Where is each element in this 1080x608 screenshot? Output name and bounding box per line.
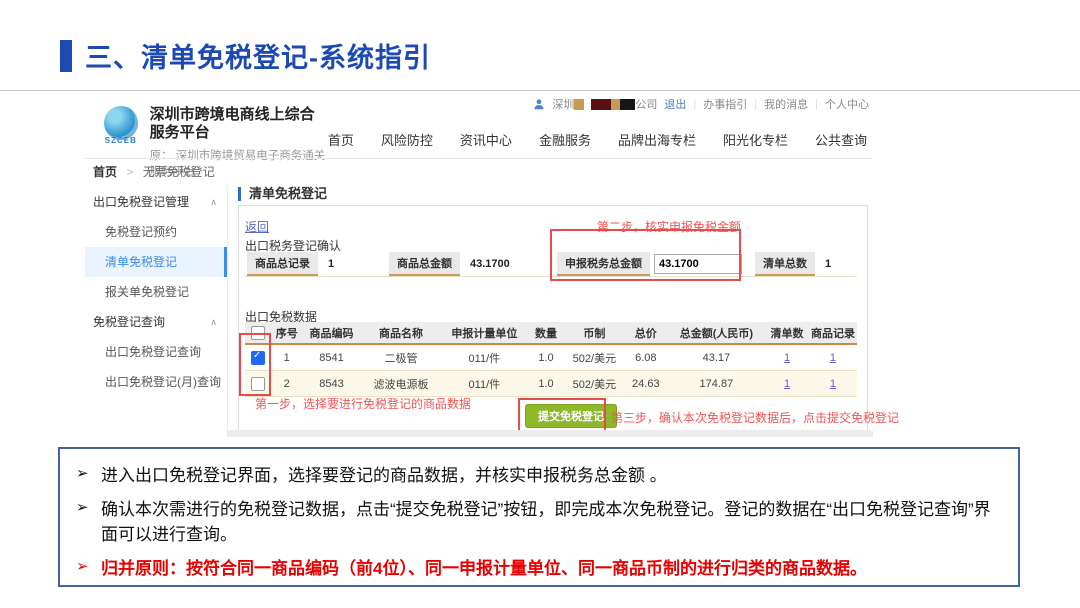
divider [0,90,1080,91]
nav-home[interactable]: 首页 [328,130,354,149]
nav-risk[interactable]: 风险防控 [381,130,433,149]
nav-news[interactable]: 资讯中心 [460,130,512,149]
arrow-bullet-icon: ➢ [76,465,89,482]
chevron-up-icon: ∧ [210,317,217,327]
arrow-bullet-icon: ➢ [76,498,89,516]
page-footer-strip [228,430,873,437]
breadcrumb-separator: > [126,165,134,179]
col-qty: 数量 [527,322,565,345]
sidebar-item-list-registration[interactable]: 清单免税登记 [85,247,227,277]
col-list-count: 清单数 [765,322,809,345]
site-title: 深圳市跨境电商线上综合服务平台 [149,106,315,141]
field-total-records: 商品总记录 1 [247,252,334,276]
note-bullet: ➢ 进入出口免税登记界面，选择要登记的商品数据，并核实申报税务总金额 。 [76,465,667,485]
divider [85,158,873,159]
field-total-amount: 商品总金额 43.1700 [389,252,510,276]
page-title: 清单免税登记 [238,187,327,201]
logo-text: SZCEB [104,136,137,145]
col-record-count: 商品记录 [808,322,857,345]
registration-panel: 返回 第二步，核实申报免税金额 出口税务登记确认 商品总记录 1 商品总金额 4… [238,205,899,433]
step3-annotation: 第三步，确认本次免税登记数据后，点击提交免税登记 [611,411,900,425]
main-nav: 首页 风险防控 资讯中心 金融服务 品牌出海专栏 阳光化专栏 公共查询 [328,130,867,149]
list-count-link[interactable]: 1 [784,352,790,364]
note-bullet: ➢ 归并原则：按符合同一商品编码（前4位）、同一申报计量单位、同一商品币制的进行… [76,557,867,578]
table-row: 1 8541 二极管 011/件 1.0 502/美元 6.08 43.17 1… [245,344,857,371]
select-all-checkbox[interactable] [250,325,265,340]
col-amount-rmb: 总金额(人民币) [667,322,766,345]
nav-public-query[interactable]: 公共查询 [815,130,867,149]
table-header-row: 序号 商品编码 商品名称 申报计量单位 数量 币制 总价 总金额(人民币) 清单… [245,322,857,345]
row-checkbox[interactable] [250,376,265,391]
notes-list: ➢ 进入出口免税登记界面，选择要登记的商品数据，并核实申报税务总金额 。 ➢ 确… [74,463,1004,581]
sidebar: 出口免税登记管理 ∧ 免税登记预约 清单免税登记 报关单免税登记 免税登记查询 … [85,185,228,437]
col-seq: 序号 [270,322,303,345]
goods-table: 序号 商品编码 商品名称 申报计量单位 数量 币制 总价 总金额(人民币) 清单… [245,322,857,397]
site-logo: SZCEB [101,106,141,145]
site-header: SZCEB 深圳市跨境电商线上综合服务平台 原： 深圳市跨境贸易电子商务通关服务… [101,106,867,179]
step1-annotation: 第一步，选择要进行免税登记的商品数据 [255,397,472,411]
breadcrumb-home[interactable]: 首页 [93,165,117,179]
breadcrumb: 首页 > 无票免税登记 [93,163,215,180]
sidebar-item-export-monthly-query[interactable]: 出口免税登记(月)查询 [85,367,227,397]
app-screenshot: 深圳 公司 退出 | 办事指引 | 我的消息 | 个人中心 SZCEB 深圳市跨… [85,94,899,437]
title-accent-bar [60,39,72,72]
arrow-bullet-icon: ➢ [76,557,89,575]
submit-registration-button[interactable]: 提交免税登记 [525,404,617,428]
sidebar-item-export-query[interactable]: 出口免税登记查询 [85,337,227,367]
slide-header: 三、清单免税登记-系统指引 [60,36,431,75]
table-row: 2 8543 滤波电源板 011/件 1.0 502/美元 24.63 174.… [245,370,857,397]
nav-sunshine[interactable]: 阳光化专栏 [723,130,788,149]
step2-annotation: 第二步，核实申报免税金额 [597,220,742,234]
col-unit: 申报计量单位 [441,322,528,345]
notes-box: ➢ 进入出口免税登记界面，选择要登记的商品数据，并核实申报税务总金额 。 ➢ 确… [58,447,1020,587]
col-code: 商品编码 [302,322,361,345]
main-content: 清单免税登记 返回 第二步，核实申报免税金额 出口税务登记确认 商品总记录 1 … [228,185,899,437]
slide-title: 三、清单免税登记-系统指引 [85,43,431,73]
breadcrumb-current: 无票免税登记 [142,165,215,179]
col-price: 总价 [623,322,668,345]
record-count-link[interactable]: 1 [830,352,836,364]
field-declared-tax-total: 申报税务总金额 [557,252,742,276]
row-checkbox[interactable] [250,350,265,365]
note-bullet: ➢ 确认本次需进行的免税登记数据，点击“提交免税登记”按钮，即完成本次免税登记。… [76,498,991,545]
col-currency: 币制 [564,322,624,345]
globe-icon [103,106,138,140]
nav-finance[interactable]: 金融服务 [539,130,591,149]
sidebar-item-reservation[interactable]: 免税登记预约 [85,217,227,247]
nav-brand[interactable]: 品牌出海专栏 [618,130,696,149]
col-name: 商品名称 [360,322,442,345]
chevron-up-icon: ∧ [210,197,217,207]
record-count-link[interactable]: 1 [830,378,836,390]
field-list-total: 清单总数 1 [755,252,831,276]
content-area: 出口免税登记管理 ∧ 免税登记预约 清单免税登记 报关单免税登记 免税登记查询 … [85,185,899,437]
summary-row: 商品总记录 1 商品总金额 43.1700 申报税务总金额 清单总数 1 [245,252,857,277]
sidebar-group-query[interactable]: 免税登记查询 ∧ [85,307,227,337]
declared-tax-total-input[interactable] [654,254,742,274]
back-link[interactable]: 返回 [245,218,269,235]
sidebar-item-customs-declaration[interactable]: 报关单免税登记 [85,277,227,307]
list-count-link[interactable]: 1 [784,378,790,390]
sidebar-group-registration[interactable]: 出口免税登记管理 ∧ [85,187,227,217]
